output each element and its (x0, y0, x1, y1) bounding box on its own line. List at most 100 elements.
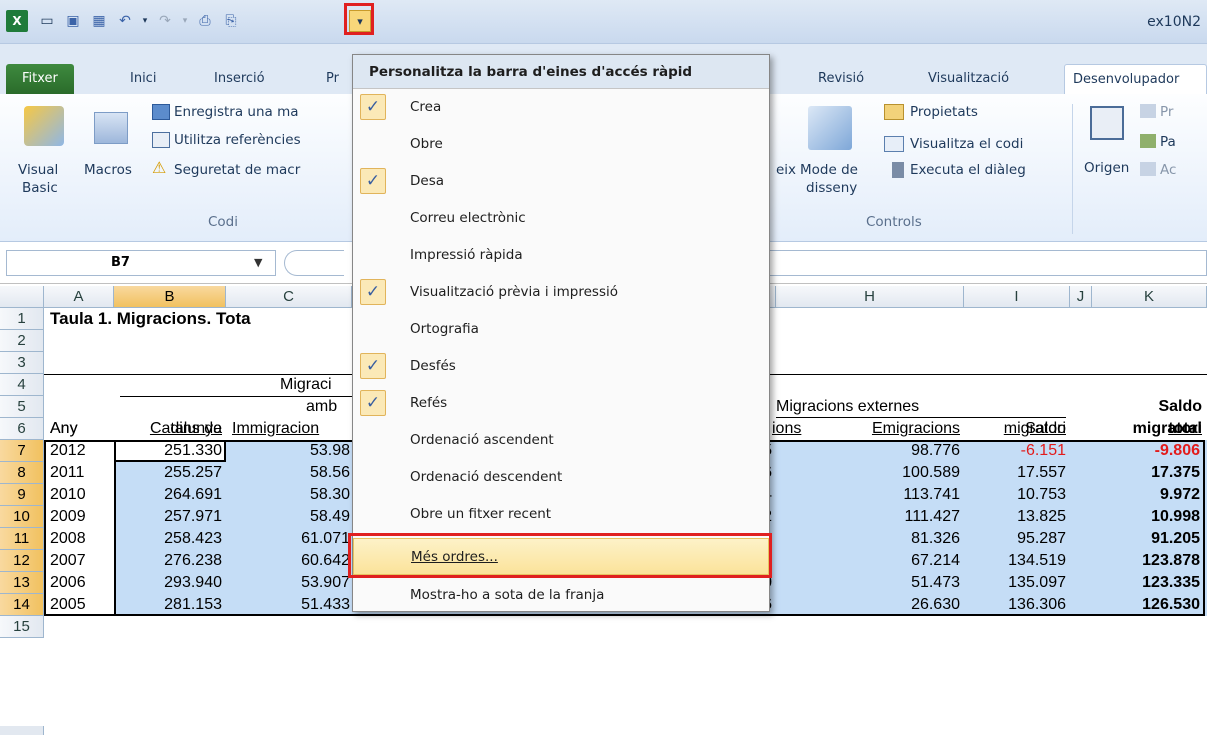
row-header[interactable]: 6 (0, 418, 44, 440)
table-cell[interactable]: 95.287 (964, 528, 1066, 550)
menu-item[interactable]: ✓ Desfés (353, 348, 769, 385)
header-amb[interactable]: amb (306, 396, 337, 418)
table-cell[interactable]: 51.473 (776, 572, 960, 594)
table-title[interactable]: Taula 1. Migracions. Tota (50, 308, 251, 330)
row-header[interactable]: 2 (0, 330, 44, 352)
save-icon[interactable]: ▣ (62, 10, 84, 32)
properties-icon[interactable] (884, 104, 904, 120)
table-cell[interactable]: 2005 (50, 594, 110, 616)
column-header-k[interactable]: K (1092, 286, 1207, 308)
header-catalunya[interactable]: Catalunya (114, 418, 222, 440)
record-macro-icon[interactable] (152, 104, 170, 120)
table-cell[interactable]: 123.335 (1092, 572, 1200, 594)
menu-item[interactable]: Ortografia (353, 311, 769, 348)
undo-dropdown-icon[interactable]: ▾ (134, 10, 156, 32)
print-icon[interactable]: ⎘ (220, 10, 242, 32)
table-cell[interactable]: 81.326 (776, 528, 960, 550)
refresh-data-icon[interactable] (1140, 162, 1156, 176)
header-immigracions[interactable]: Immigracion (232, 418, 319, 440)
menu-item[interactable]: ✓ Crea (353, 89, 769, 126)
source-label[interactable]: Origen (1084, 160, 1129, 176)
redo-dropdown-icon[interactable]: ▾ (174, 10, 196, 32)
warning-icon[interactable]: ⚠ (152, 158, 166, 177)
design-mode-icon[interactable] (808, 106, 852, 150)
menu-item[interactable]: ✓ Refés (353, 385, 769, 422)
column-header-j[interactable]: J (1070, 286, 1092, 308)
map-properties-label[interactable]: Pr (1160, 104, 1173, 120)
tab-home[interactable]: Inici (122, 64, 164, 94)
tab-developer[interactable]: Desenvolupador (1064, 64, 1207, 94)
column-header-c[interactable]: C (226, 286, 352, 308)
design-mode-label[interactable]: Mode de (800, 162, 858, 178)
table-cell[interactable]: 276.238 (114, 550, 222, 572)
view-code-icon[interactable] (884, 136, 904, 152)
column-header-i[interactable]: I (964, 286, 1070, 308)
view-code-label[interactable]: Visualitza el codi (910, 136, 1023, 152)
table-cell[interactable]: 10.998 (1092, 506, 1200, 528)
quick-print-icon[interactable]: ⎙ (194, 10, 216, 32)
table-cell[interactable]: 257.971 (114, 506, 222, 528)
header-emigracions[interactable]: Emigracions (776, 418, 960, 440)
excel-logo-icon[interactable]: X (6, 10, 28, 32)
table-cell[interactable]: 58.30 (226, 484, 350, 506)
menu-item-show-below-ribbon[interactable]: Mostra-ho a sota de la franja (353, 577, 769, 614)
table-cell[interactable]: 258.423 (114, 528, 222, 550)
menu-item[interactable]: ✓ Desa (353, 163, 769, 200)
menu-item[interactable]: ✓ Visualització prèvia i impressió (353, 274, 769, 311)
table-cell[interactable]: 58.56 (226, 462, 350, 484)
menu-item[interactable]: Obre (353, 126, 769, 163)
relative-references-icon[interactable] (152, 132, 170, 148)
table-cell[interactable]: 255.257 (114, 462, 222, 484)
table-cell[interactable]: 51.433 (226, 594, 350, 616)
macros-label[interactable]: Macros (84, 162, 132, 178)
menu-item[interactable]: Obre un fitxer recent (353, 496, 769, 533)
table-cell[interactable]: 2009 (50, 506, 110, 528)
table-cell[interactable]: 2006 (50, 572, 110, 594)
header-external[interactable]: Migracions externes (776, 396, 919, 418)
table-cell[interactable]: 100.589 (776, 462, 960, 484)
table-cell[interactable]: 293.940 (114, 572, 222, 594)
menu-item[interactable]: Impressió ràpida (353, 237, 769, 274)
tab-file[interactable]: Fitxer (6, 64, 74, 94)
formula-input[interactable] (770, 250, 1207, 276)
header-migracions[interactable]: Migraci (280, 374, 332, 396)
tab-review[interactable]: Revisió (810, 64, 872, 94)
tab-view[interactable]: Visualització (920, 64, 1017, 94)
table-cell[interactable]: -6.151 (964, 440, 1066, 462)
row-header[interactable]: 15 (0, 616, 44, 638)
table-cell[interactable]: 2007 (50, 550, 110, 572)
header-saldo-total[interactable]: Saldo (1092, 396, 1202, 418)
row-header[interactable]: 3 (0, 352, 44, 374)
macro-security-label[interactable]: Seguretat de macr (174, 162, 300, 178)
column-header-b[interactable]: B (114, 286, 226, 308)
record-macro-label[interactable]: Enregistra una ma (174, 104, 299, 120)
column-header-a[interactable]: A (44, 286, 114, 308)
table-cell[interactable]: 2011 (50, 462, 110, 484)
name-box-dropdown-icon[interactable]: ▼ (254, 256, 262, 269)
xml-source-icon[interactable] (1090, 106, 1124, 140)
table-cell[interactable]: 53.907 (226, 572, 350, 594)
visual-basic-label[interactable]: Visual (18, 162, 58, 178)
table-cell[interactable]: 61.071 (226, 528, 350, 550)
print-preview-icon[interactable]: ▦ (88, 10, 110, 32)
table-cell[interactable]: 9.972 (1092, 484, 1200, 506)
row-header[interactable]: 1 (0, 308, 44, 330)
row-header[interactable]: 4 (0, 374, 44, 396)
run-dialog-icon[interactable] (892, 162, 904, 178)
tab-page-layout[interactable]: Pr (318, 64, 347, 94)
table-cell[interactable]: 111.427 (776, 506, 960, 528)
macros-icon[interactable] (94, 112, 128, 144)
table-cell[interactable]: 58.49 (226, 506, 350, 528)
table-cell[interactable]: 126.530 (1092, 594, 1200, 616)
expansion-packs-label[interactable]: Pa (1160, 134, 1176, 150)
table-cell[interactable]: 123.878 (1092, 550, 1200, 572)
menu-item[interactable]: Ordenació ascendent (353, 422, 769, 459)
table-cell[interactable]: 136.306 (964, 594, 1066, 616)
table-cell[interactable]: 251.330 (114, 440, 222, 462)
run-dialog-label[interactable]: Executa el diàleg (910, 162, 1026, 178)
menu-item[interactable]: Ordenació descendent (353, 459, 769, 496)
table-cell[interactable]: 26.630 (776, 594, 960, 616)
map-properties-icon[interactable] (1140, 104, 1156, 118)
table-cell[interactable]: 60.642 (226, 550, 350, 572)
table-cell[interactable]: 10.753 (964, 484, 1066, 506)
